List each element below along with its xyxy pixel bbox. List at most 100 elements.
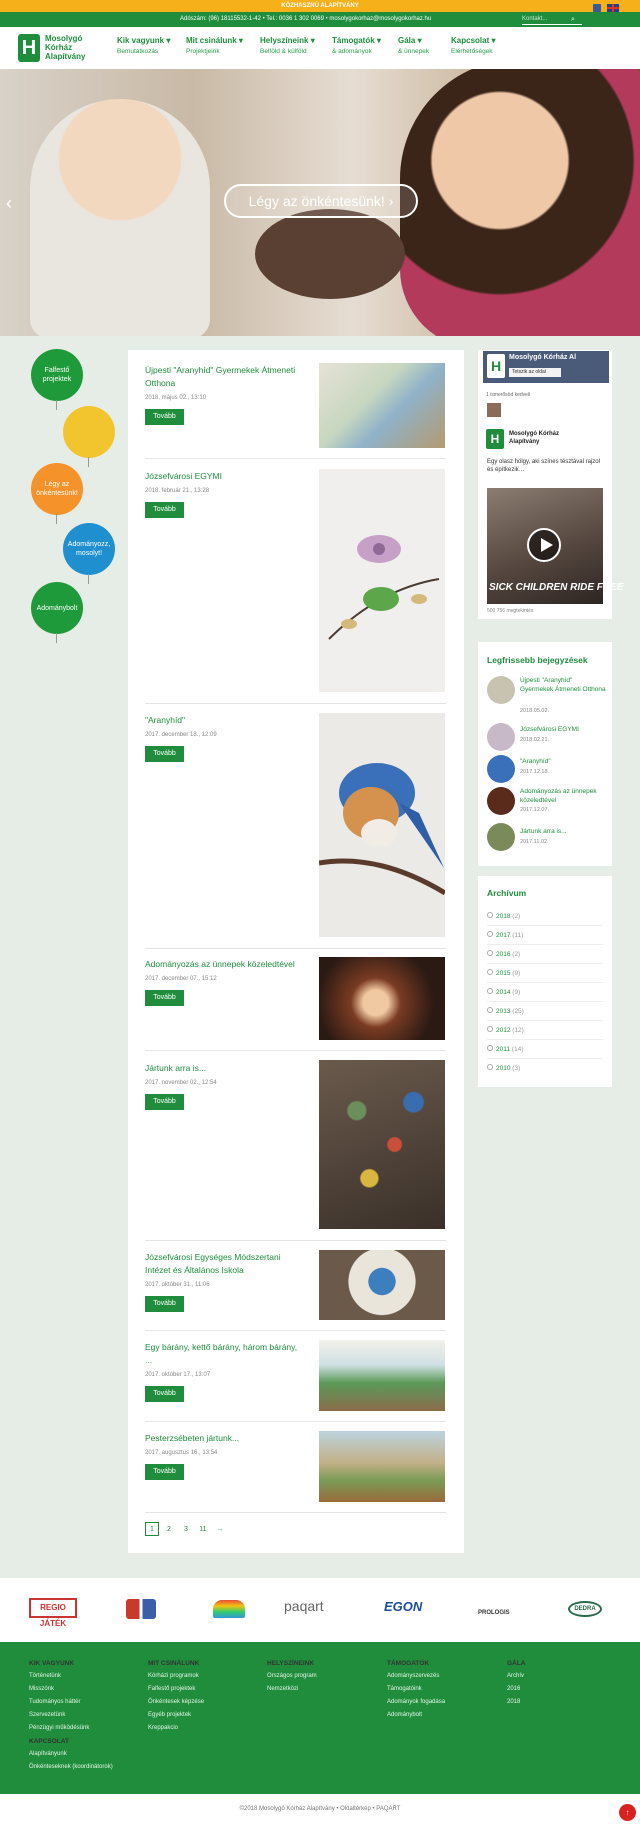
footer-link[interactable]: Országos program (267, 1673, 385, 1679)
footer-link[interactable]: Falfestő projektek (148, 1686, 266, 1692)
post-image[interactable] (319, 363, 445, 448)
search-icon[interactable]: ⌕ (571, 12, 575, 27)
recent-post-thumb[interactable] (487, 676, 515, 704)
facebook-page-logo-icon[interactable]: H (487, 354, 505, 378)
footer-link[interactable]: Önkéntesek képzése (148, 1699, 266, 1705)
tovabb-button[interactable]: Tovább (145, 1094, 184, 1110)
footer-link[interactable]: Szervezetünk (29, 1712, 147, 1718)
post-image[interactable] (319, 469, 445, 692)
recent-post-item[interactable]: Józsefvárosi EGYMI 2018.02.21. (487, 723, 605, 751)
nav-tamogatok[interactable]: Támogatók ▾ & adományok (332, 36, 381, 55)
english-flag-icon[interactable] (607, 4, 619, 12)
footer-link[interactable]: Misszónk (29, 1686, 147, 1692)
recent-post-thumb[interactable] (487, 787, 515, 815)
scroll-to-top-icon[interactable]: ↑ (619, 1804, 636, 1821)
archive-year-row[interactable]: 2017 (11) (487, 926, 603, 945)
tovabb-button[interactable]: Tovább (145, 1464, 184, 1480)
post-image[interactable] (318, 713, 447, 937)
facebook-like-button[interactable]: Tetszik az oldal (509, 368, 561, 377)
footer-link[interactable]: Önkénteseknek (koordinátorok) (29, 1764, 147, 1770)
footer-link[interactable]: Támogatóink (387, 1686, 505, 1692)
post-title[interactable]: Egy bárány, kettő bárány, három bárány, … (145, 1341, 305, 1367)
archive-year-row[interactable]: 2011 (14) (487, 1040, 603, 1059)
footer-link[interactable]: Adományszervezés (387, 1673, 505, 1679)
facebook-post-logo-icon[interactable]: H (486, 429, 504, 449)
footer-link[interactable]: Történetünk (29, 1673, 147, 1679)
recent-post-title[interactable]: "Aranyhíd" (520, 757, 606, 766)
post-title[interactable]: Józsefvárosi EGYMI (145, 470, 305, 483)
archive-year-row[interactable]: 2016 (2) (487, 945, 603, 964)
sponsor-logo-crest[interactable] (126, 1599, 156, 1619)
archive-year-row[interactable]: 2010 (3) (487, 1059, 603, 1078)
footer-link[interactable]: Egyéb projektek (148, 1712, 266, 1718)
recent-post-title[interactable]: Józsefvárosi EGYMI (520, 725, 606, 734)
tovabb-button[interactable]: Tovább (145, 990, 184, 1006)
archive-year-row[interactable]: 2013 (25) (487, 1002, 603, 1021)
footer-link[interactable]: Nemzetközi (267, 1686, 385, 1692)
post-title[interactable]: "Aranyhíd" (145, 714, 305, 727)
recent-post-title[interactable]: Jártunk arra is... (520, 827, 606, 836)
post-image[interactable] (319, 1340, 445, 1411)
page-next-arrow[interactable]: → (213, 1523, 227, 1537)
recent-post-thumb[interactable] (487, 723, 515, 751)
balloon-adomanybolt[interactable]: Adománybolt (31, 582, 83, 643)
logo-text[interactable]: Mosolygó Kórház Alapítvány (45, 34, 105, 61)
recent-post-thumb[interactable] (487, 823, 515, 851)
hero-prev-arrow-icon[interactable]: ‹ (6, 193, 12, 214)
recent-post-item[interactable]: "Aranyhíd" 2017.12.18. (487, 755, 605, 783)
nav-mit-csinalunk[interactable]: Mit csinálunk ▾ Projektjeink (186, 36, 243, 55)
sponsor-logo-regio[interactable]: REGIO JÁTÉK (29, 1598, 77, 1628)
recent-post-item[interactable]: Adományozás az ünnepek közeledtével 2017… (487, 787, 605, 815)
tovabb-button[interactable]: Tovább (145, 746, 184, 762)
tovabb-button[interactable]: Tovább (145, 1386, 184, 1402)
sponsor-logo-dedra[interactable]: DEDRA (568, 1601, 602, 1617)
facebook-friend-avatar[interactable] (487, 403, 501, 417)
facebook-post-name[interactable]: Mosolygó Kórház Alapítvány (509, 430, 579, 446)
nav-helyszineink[interactable]: Helyszíneink ▾ Belföld & külföld (260, 36, 315, 55)
page-link-11[interactable]: 11 (196, 1523, 210, 1537)
sponsor-logo-paqart[interactable]: paqart (284, 1598, 324, 1614)
footer-link[interactable]: Archív (507, 1673, 607, 1679)
footer-link[interactable]: Kreppakcio (148, 1725, 266, 1731)
page-link-1[interactable]: 1 (145, 1522, 159, 1536)
play-icon[interactable] (527, 528, 561, 562)
page-link-3[interactable]: 3 (179, 1523, 193, 1537)
post-image[interactable] (319, 1250, 445, 1320)
balloon-falfesto[interactable]: Falfestő projektek (31, 349, 83, 410)
archive-year-row[interactable]: 2015 (9) (487, 964, 603, 983)
post-image[interactable] (319, 1060, 445, 1229)
recent-post-title[interactable]: Adományozás az ünnepek közeledtével (520, 787, 606, 805)
post-title[interactable]: Józsefvárosi Egységes Módszertani Intéze… (145, 1251, 305, 1277)
post-image[interactable] (319, 1431, 445, 1502)
recent-post-thumb[interactable] (487, 755, 515, 783)
nav-gala[interactable]: Gála ▾ & ünnepek (398, 36, 429, 55)
post-title[interactable]: Adományozás az ünnepek közeledtével (145, 958, 305, 971)
facebook-icon[interactable] (593, 4, 601, 12)
page-link-2[interactable]: 2 (162, 1523, 176, 1537)
archive-year-row[interactable]: 2014 (9) (487, 983, 603, 1002)
nav-kik-vagyunk[interactable]: Kik vagyunk ▾ Bemutatkozás (117, 36, 170, 55)
logo-icon[interactable]: H (18, 34, 40, 62)
post-title[interactable]: Újpesti "Aranyhíd" Gyermekek Átmeneti Ot… (145, 364, 305, 390)
hero-volunteer-button[interactable]: Légy az önkéntesünk! › (224, 184, 418, 218)
footer-link[interactable]: 2016 (507, 1686, 607, 1692)
tovabb-button[interactable]: Tovább (145, 1296, 184, 1312)
recent-post-item[interactable]: Újpesti "Aranyhíd" Gyermekek Átmeneti Ot… (487, 676, 606, 714)
sponsor-logo-egon[interactable]: EGON (384, 1599, 422, 1614)
recent-post-item[interactable]: Jártunk arra is... 2017.11.02. (487, 823, 605, 851)
footer-link[interactable]: Adománybolt (387, 1712, 505, 1718)
footer-link[interactable]: Adományok fogadása (387, 1699, 505, 1705)
footer-link[interactable]: Kórházi programok (148, 1673, 266, 1679)
balloon-yellow[interactable] (63, 406, 115, 467)
footer-link[interactable]: Tudományos háttér (29, 1699, 147, 1705)
nav-kapcsolat[interactable]: Kapcsolat ▾ Elérhetőségek (451, 36, 495, 55)
post-title[interactable]: Jártunk arra is... (145, 1062, 305, 1075)
balloon-onkentes[interactable]: Légy az önkéntesünk! (31, 463, 83, 524)
tovabb-button[interactable]: Tovább (145, 409, 184, 425)
archive-year-row[interactable]: 2012 (12) (487, 1021, 603, 1040)
footer-link[interactable]: Pénzügyi működésünk (29, 1725, 147, 1731)
footer-link[interactable]: Alapítványunk (29, 1751, 147, 1757)
balloon-adomanyozz[interactable]: Adományozz, mosolyt! (63, 523, 115, 584)
tovabb-button[interactable]: Tovább (145, 502, 184, 518)
footer-link[interactable]: 2018 (507, 1699, 607, 1705)
